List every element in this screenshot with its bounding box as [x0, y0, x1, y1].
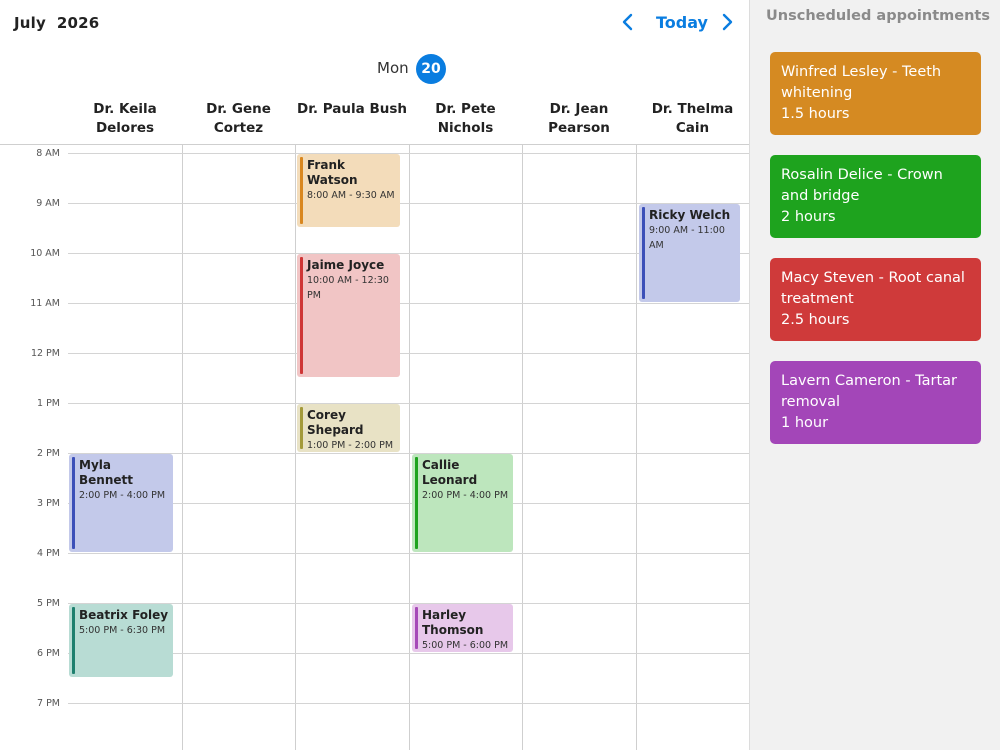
resource-header-gene-cortez: Dr. Gene Cortez [182, 92, 295, 144]
resource-name-line1: Dr. Keila [93, 101, 157, 117]
resource-name-line2: Delores [95, 120, 155, 136]
event-name: Frank Watson [307, 158, 358, 187]
card-title: Rosalin Delice - Crown and bridge [781, 167, 943, 204]
resource-name-line2: Nichols [437, 120, 494, 136]
next-day-button[interactable] [715, 10, 739, 34]
unscheduled-card-macy-steven[interactable]: Macy Steven - Root canal treatment 2.5 h… [770, 258, 981, 341]
event-color-bar [300, 257, 303, 374]
appointment-harley-thomson[interactable]: Harley Thomson 5:00 PM - 6:00 PM [412, 604, 513, 652]
event-time: 2:00 PM - 4:00 PM [79, 490, 166, 501]
resource-header-keila-delores: Dr. Keila Delores [68, 92, 182, 144]
hour-line [68, 553, 749, 554]
time-label-11am: 11 AM [30, 298, 60, 309]
appointment-myla-bennett[interactable]: Myla Bennett 2:00 PM - 4:00 PM [69, 454, 173, 552]
card-duration: 1 hour [781, 415, 829, 431]
resource-header-pete-nichols: Dr. Pete Nichols [409, 92, 522, 144]
event-color-bar [72, 457, 75, 549]
schedule-grid[interactable]: 8 AM 9 AM 10 AM 11 AM 12 PM 1 PM 2 PM 3 … [0, 145, 749, 750]
event-name: Ricky Welch [649, 208, 731, 222]
day-weekday-label: Mon [377, 59, 409, 77]
time-label-2pm: 2 PM [37, 448, 60, 459]
column-divider [522, 145, 523, 750]
column-divider [182, 145, 183, 750]
day-date-badge[interactable]: 20 [416, 54, 446, 84]
time-label-10am: 10 AM [30, 248, 60, 259]
card-duration: 1.5 hours [781, 106, 850, 122]
time-label-4pm: 4 PM [37, 548, 60, 559]
resource-header-jean-pearson: Dr. Jean Pearson [522, 92, 636, 144]
resource-name-line1: Dr. Thelma [651, 101, 734, 117]
event-color-bar [300, 157, 303, 224]
time-label-12pm: 12 PM [30, 348, 60, 359]
hour-line [68, 353, 749, 354]
event-time: 2:00 PM - 4:00 PM [422, 490, 509, 501]
sidebar-title: Unscheduled appointments [766, 8, 990, 24]
card-title: Lavern Cameron - Tartar removal [781, 373, 958, 410]
appointment-corey-shepard[interactable]: Corey Shepard 1:00 PM - 2:00 PM [297, 404, 400, 452]
appointment-frank-watson[interactable]: Frank Watson 8:00 AM - 9:30 AM [297, 154, 400, 227]
resource-name-line2: Pearson [548, 120, 610, 136]
resource-name-line2: Cain [675, 120, 710, 136]
resource-header-thelma-cain: Dr. Thelma Cain [636, 92, 749, 144]
event-time: 8:00 AM - 9:30 AM [307, 190, 395, 201]
today-button[interactable]: Today [656, 13, 708, 32]
unscheduled-appointments-panel: Unscheduled appointments Winfred Lesley … [749, 0, 1000, 750]
column-divider [295, 145, 296, 750]
time-label-8am: 8 AM [36, 148, 60, 159]
resource-name-line2: Cortez [213, 120, 264, 136]
event-name: Corey Shepard [307, 408, 364, 437]
resource-name-line1: Dr. Gene [206, 101, 271, 117]
resource-name-line1: Dr. Jean [549, 101, 609, 117]
appointment-ricky-welch[interactable]: Ricky Welch 9:00 AM - 11:00 AM [639, 204, 740, 302]
time-label-7pm: 7 PM [37, 698, 60, 709]
hour-line [68, 303, 749, 304]
card-duration: 2.5 hours [781, 312, 850, 328]
chevron-left-icon [622, 13, 633, 31]
event-name: Myla Bennett [79, 458, 133, 487]
event-time: 1:00 PM - 2:00 PM [307, 440, 394, 451]
appointment-beatrix-foley[interactable]: Beatrix Foley 5:00 PM - 6:30 PM [69, 604, 173, 677]
time-label-5pm: 5 PM [37, 598, 60, 609]
event-time: 5:00 PM - 6:00 PM [422, 640, 509, 651]
hour-line [68, 403, 749, 404]
event-color-bar [300, 407, 303, 449]
card-title: Macy Steven - Root canal treatment [781, 270, 965, 307]
event-color-bar [72, 607, 75, 674]
event-name: Beatrix Foley [79, 608, 169, 622]
unscheduled-card-lavern-cameron[interactable]: Lavern Cameron - Tartar removal 1 hour [770, 361, 981, 444]
card-title: Winfred Lesley - Teeth whitening [781, 64, 942, 101]
hour-line [68, 153, 749, 154]
event-color-bar [642, 207, 645, 299]
month-year-title: July 2026 [14, 14, 100, 32]
appointment-callie-leonard[interactable]: Callie Leonard 2:00 PM - 4:00 PM [412, 454, 513, 552]
event-color-bar [415, 607, 418, 649]
time-label-3pm: 3 PM [37, 498, 60, 509]
resource-name-line1: Dr. Paula Bush [296, 101, 407, 117]
unscheduled-card-rosalin-delice[interactable]: Rosalin Delice - Crown and bridge 2 hour… [770, 155, 981, 238]
event-time: 10:00 AM - 12:30 PM [307, 275, 389, 301]
hour-line [68, 703, 749, 704]
unscheduled-card-winfred-lesley[interactable]: Winfred Lesley - Teeth whitening 1.5 hou… [770, 52, 981, 135]
time-label-9am: 9 AM [36, 198, 60, 209]
column-divider [636, 145, 637, 750]
event-time: 9:00 AM - 11:00 AM [649, 225, 725, 251]
resource-name-line1: Dr. Pete [435, 101, 496, 117]
time-label-6pm: 6 PM [37, 648, 60, 659]
event-time: 5:00 PM - 6:30 PM [79, 625, 166, 636]
card-duration: 2 hours [781, 209, 836, 225]
previous-day-button[interactable] [616, 10, 640, 34]
time-label-1pm: 1 PM [37, 398, 60, 409]
event-color-bar [415, 457, 418, 549]
appointment-jaime-joyce[interactable]: Jaime Joyce 10:00 AM - 12:30 PM [297, 254, 400, 377]
event-name: Jaime Joyce [307, 258, 385, 272]
column-divider [409, 145, 410, 750]
chevron-right-icon [722, 13, 733, 31]
event-name: Callie Leonard [422, 458, 478, 487]
resource-header-paula-bush: Dr. Paula Bush [295, 92, 409, 144]
event-name: Harley Thomson [422, 608, 484, 637]
